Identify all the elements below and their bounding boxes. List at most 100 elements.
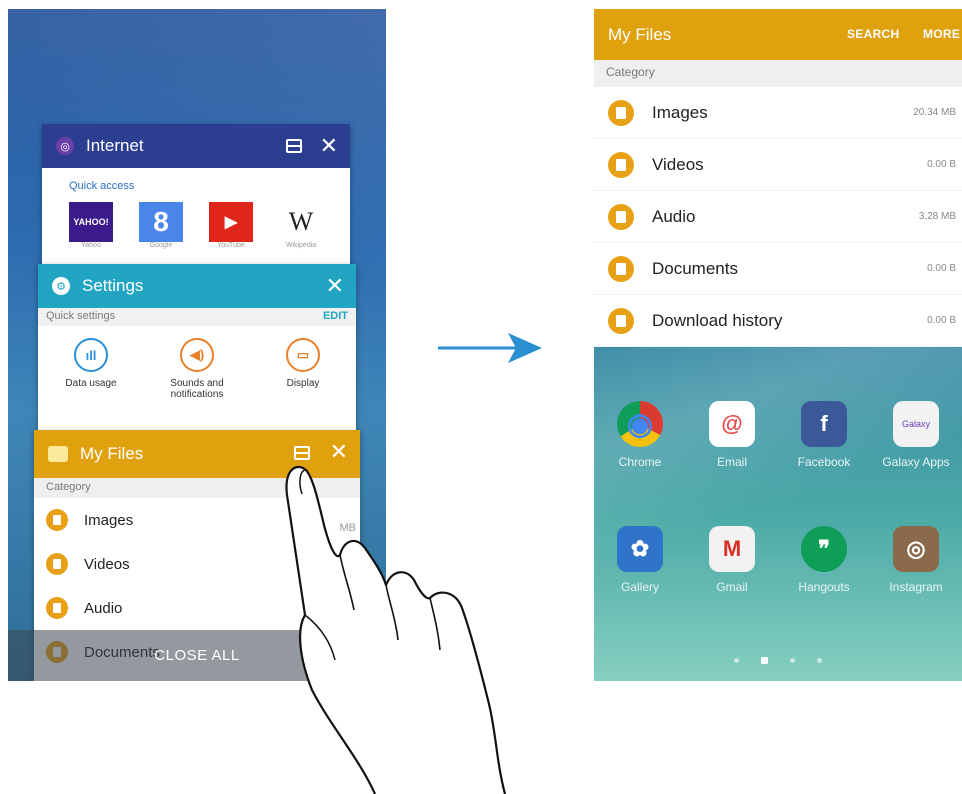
file-category-label: Videos xyxy=(84,555,130,573)
app-shortcut[interactable]: ✿ Gallery xyxy=(594,526,686,594)
page-dot[interactable] xyxy=(817,658,822,663)
app-icon[interactable]: f xyxy=(801,401,847,447)
file-size-label: 3.28 MB xyxy=(918,211,956,222)
file-category-icon xyxy=(46,597,68,619)
quick-setting-item[interactable]: ◀) Sounds and notifications xyxy=(152,338,242,400)
internet-card-bar: ◎ Internet ✕ xyxy=(42,124,350,168)
app-label: Gallery xyxy=(620,580,659,594)
myfiles-panel: Category Images 20.34 MB Videos 0.00 B Audio… xyxy=(594,60,962,347)
quick-access-tile[interactable]: 8 xyxy=(139,202,183,242)
gear-icon: ⚙ xyxy=(52,277,70,295)
quick-access-tile[interactable]: ▶ xyxy=(209,202,253,242)
myfiles-card-title: My Files xyxy=(80,444,144,463)
recent-apps-screen: ◎ Internet ✕ Quick access YAHOO! Yahoo 8 Go… xyxy=(8,9,386,681)
quick-settings-header: Quick settings EDIT xyxy=(38,308,356,326)
app-icon[interactable]: ❞ xyxy=(801,526,847,572)
app-shortcut[interactable]: @ Email xyxy=(686,401,778,469)
file-category-icon xyxy=(46,553,68,575)
file-category-label: Audio xyxy=(652,206,696,226)
settings-card-bar: ⚙ Settings ✕ xyxy=(38,264,356,308)
close-all-button[interactable]: CLOSE ALL xyxy=(8,630,386,681)
quick-access-item[interactable]: YAHOO! Yahoo xyxy=(69,202,113,249)
myfiles-card-bar: My Files ✕ xyxy=(34,430,360,478)
file-category-row[interactable]: Videos 0.00 B xyxy=(594,139,962,191)
close-icon[interactable]: ✕ xyxy=(330,440,348,464)
split-view-icon[interactable] xyxy=(294,446,310,460)
myfiles-title-bar: My Files SEARCH MORE xyxy=(594,9,962,60)
quick-access-item[interactable]: 8 Google xyxy=(139,202,183,249)
file-category-row[interactable]: Images 20.34 MB xyxy=(594,87,962,139)
folder-icon xyxy=(48,446,68,462)
quick-settings-label: Quick settings xyxy=(46,310,116,322)
file-category-label: Videos xyxy=(652,154,704,174)
myfiles-popup-screen: My Files SEARCH MORE Category Images 20.3… xyxy=(594,9,962,681)
file-size-label: 0.00 B xyxy=(927,159,956,170)
app-label: Hangouts xyxy=(798,580,850,594)
quick-access-tiles: YAHOO! Yahoo 8 Google ▶ YouTube W Wikipedia xyxy=(42,192,350,249)
app-icon[interactable]: ◎ xyxy=(893,526,939,572)
quick-access-label: Wikipedia xyxy=(285,242,317,249)
quick-access-label: YouTube xyxy=(217,242,245,249)
app-shortcut[interactable]: ❞ Hangouts xyxy=(778,526,870,594)
settings-card-title: Settings xyxy=(82,276,144,295)
file-size-label: 0.00 B xyxy=(927,263,956,274)
app-label: Chrome xyxy=(618,455,662,469)
quick-setting-item[interactable]: ▭ Display xyxy=(258,338,348,400)
arrow-right-icon xyxy=(438,333,542,363)
quick-access-item[interactable]: ▶ YouTube xyxy=(209,202,253,249)
app-label: Instagram xyxy=(889,580,943,594)
home-apps-row: ✿ Gallery M Gmail ❞ Hangouts ◎ Instagram xyxy=(594,526,962,594)
quick-setting-item[interactable]: ıll Data usage xyxy=(46,338,136,400)
app-shortcut[interactable]: M Gmail xyxy=(686,526,778,594)
quick-access-label: Yahoo xyxy=(81,242,101,249)
split-view-icon[interactable] xyxy=(286,139,302,153)
app-label: Galaxy Apps xyxy=(882,455,950,469)
file-size-label: MB xyxy=(339,522,357,534)
search-button[interactable]: SEARCH xyxy=(847,27,899,41)
file-category-row[interactable]: Documents 0.00 B xyxy=(594,243,962,295)
file-category-row[interactable]: Audio 3.28 MB xyxy=(594,191,962,243)
quick-access-tile[interactable]: W xyxy=(279,202,323,242)
quick-setting-icon: ◀) xyxy=(180,338,214,372)
file-category-label: Documents xyxy=(652,258,738,278)
file-size-label: 0.00 B xyxy=(927,315,956,326)
file-category-icon xyxy=(608,99,634,126)
app-shortcut[interactable]: ◉ Chrome xyxy=(594,401,686,469)
app-shortcut[interactable]: f Facebook xyxy=(778,401,870,469)
page-dot-active[interactable] xyxy=(761,657,768,664)
page-dot[interactable] xyxy=(734,658,739,663)
quick-setting-icon: ıll xyxy=(74,338,108,372)
app-icon[interactable]: Galaxy xyxy=(893,401,939,447)
file-category-row[interactable]: Download history 0.00 B xyxy=(594,295,962,347)
page-indicator xyxy=(594,657,962,664)
page-dot[interactable] xyxy=(790,658,795,663)
app-icon[interactable]: @ xyxy=(709,401,755,447)
file-category-icon xyxy=(608,255,634,282)
quick-access-tile[interactable]: YAHOO! xyxy=(69,202,113,242)
file-category-icon xyxy=(608,151,634,178)
internet-card-title: Internet xyxy=(86,136,144,155)
app-title: My Files xyxy=(608,24,672,44)
app-shortcut[interactable]: ◎ Instagram xyxy=(870,526,962,594)
quick-access-item[interactable]: W Wikipedia xyxy=(279,202,323,249)
close-icon[interactable]: ✕ xyxy=(320,134,338,158)
app-icon[interactable]: M xyxy=(709,526,755,572)
more-button[interactable]: MORE xyxy=(923,27,960,41)
file-category-label: Images xyxy=(84,511,134,529)
file-category-row[interactable]: Images xyxy=(34,498,360,542)
home-apps-row: ◉ Chrome @ Email f Facebook Galaxy Galaxy Apps xyxy=(594,401,962,469)
quick-setting-label: Sounds and notifications xyxy=(170,378,224,400)
app-shortcut[interactable]: Galaxy Galaxy Apps xyxy=(870,401,962,469)
close-icon[interactable]: ✕ xyxy=(326,274,344,298)
app-icon[interactable]: ◉ xyxy=(617,401,663,447)
file-size-label: 20.34 MB xyxy=(913,107,956,118)
file-category-icon xyxy=(608,203,634,230)
edit-button[interactable]: EDIT xyxy=(323,310,348,326)
file-category-label: Images xyxy=(652,102,708,122)
quick-access-label: Google xyxy=(149,242,173,249)
file-category-row[interactable]: Videos xyxy=(34,542,360,586)
internet-app-icon: ◎ xyxy=(56,137,74,155)
file-category-label: Download history xyxy=(652,310,783,330)
app-icon[interactable]: ✿ xyxy=(617,526,663,572)
file-category-row[interactable]: Audio xyxy=(34,586,360,630)
